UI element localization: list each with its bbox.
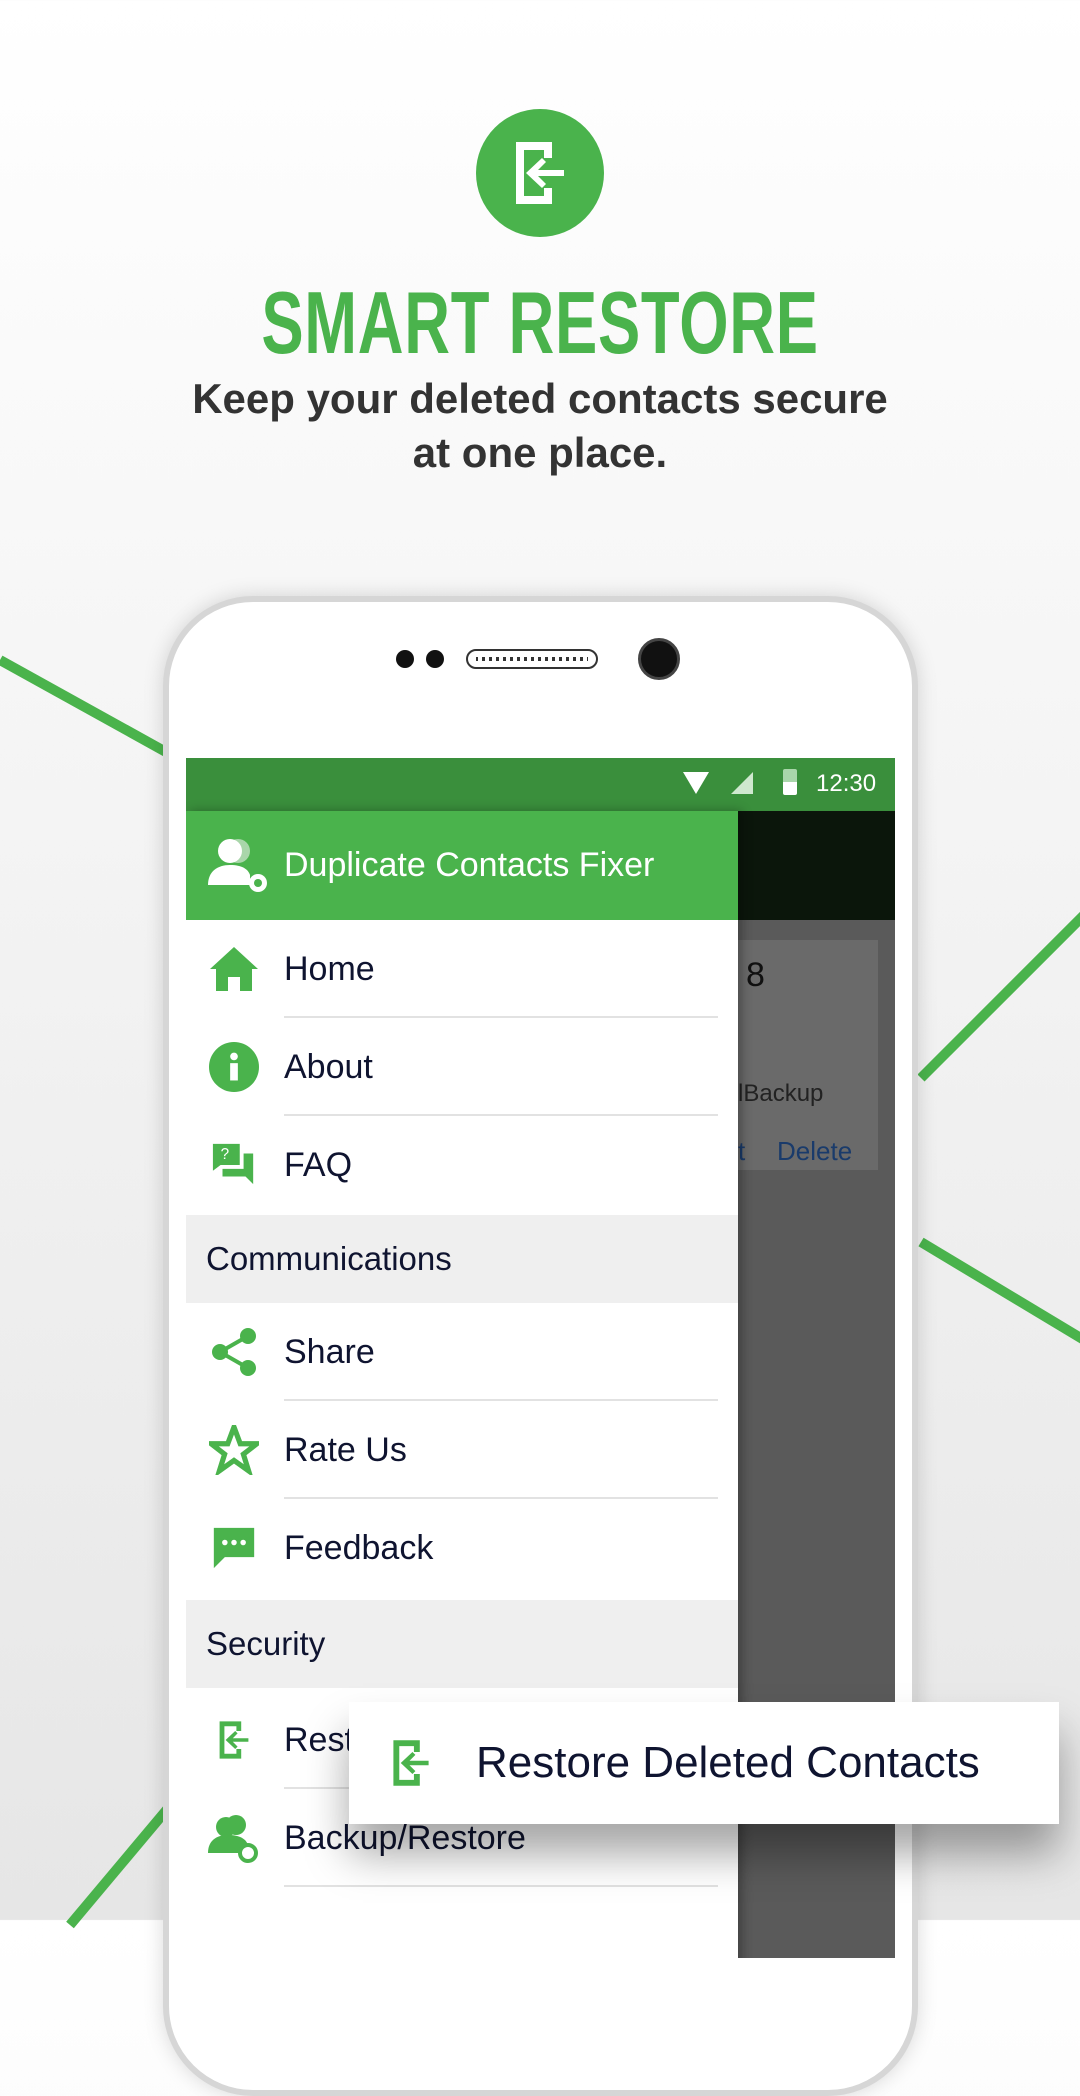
- subtitle-line: Keep your deleted contacts secure: [192, 375, 888, 422]
- app-title: Duplicate Contacts Fixer: [284, 846, 655, 884]
- info-icon: [208, 1041, 260, 1093]
- front-camera: [638, 638, 680, 680]
- home-icon: [208, 943, 260, 995]
- feedback-icon: [208, 1522, 260, 1574]
- decor-line: [66, 1799, 177, 1929]
- svg-text:?: ?: [221, 1146, 230, 1163]
- restore-deleted-contacts-callout[interactable]: Restore Deleted Contacts: [349, 1702, 1059, 1824]
- item-label: Share: [284, 1332, 375, 1371]
- hero-title: SMART RESTORE: [261, 273, 819, 372]
- decor-line: [918, 1237, 1080, 1345]
- decor-line: [0, 655, 169, 757]
- contacts-settings-icon: [206, 835, 270, 895]
- item-label: Rate Us: [284, 1430, 407, 1469]
- drawer-header: Duplicate Contacts Fixer: [186, 811, 738, 920]
- sensor-dot: [426, 650, 444, 668]
- drawer-item-feedback[interactable]: Feedback: [186, 1499, 738, 1597]
- item-label: FAQ: [284, 1145, 353, 1184]
- section-header-communications: Communications: [186, 1215, 738, 1303]
- status-bar: 12:30: [186, 758, 895, 811]
- faq-icon: ?: [208, 1139, 260, 1191]
- backup-count: 8: [746, 956, 765, 994]
- callout-label: Restore Deleted Contacts: [476, 1738, 980, 1787]
- restore-icon: [476, 109, 604, 237]
- item-label: Feedback: [284, 1528, 434, 1567]
- signal-icon: [731, 772, 753, 794]
- restore-icon: [208, 1714, 260, 1766]
- hero-subtitle: Keep your deleted contacts secure at one…: [0, 372, 1080, 480]
- drawer-item-home[interactable]: Home: [186, 920, 738, 1018]
- item-label: Backup/Restore: [284, 1818, 526, 1857]
- drawer-item-about[interactable]: About: [186, 1018, 738, 1116]
- card-action[interactable]: t: [738, 1136, 745, 1167]
- item-label: Home: [284, 949, 375, 988]
- decor-line: [917, 890, 1080, 1082]
- drawer-item-share[interactable]: Share: [186, 1303, 738, 1401]
- app-toolbar: [738, 811, 895, 920]
- drawer-item-rate-us[interactable]: Rate Us: [186, 1401, 738, 1499]
- divider: [284, 1885, 718, 1887]
- delete-button[interactable]: Delete: [777, 1136, 852, 1167]
- share-icon: [208, 1326, 260, 1378]
- status-time: 12:30: [816, 770, 877, 797]
- item-label: Rest: [284, 1720, 354, 1759]
- sensor-dot: [396, 650, 414, 668]
- wifi-icon: [683, 772, 709, 794]
- item-label: About: [284, 1047, 373, 1086]
- restore-icon: [389, 1732, 433, 1799]
- drawer-item-faq[interactable]: ? FAQ: [186, 1116, 738, 1214]
- backup-label: lBackup: [738, 1080, 824, 1107]
- battery-icon: [783, 769, 797, 795]
- subtitle-line: at one place.: [412, 429, 668, 476]
- section-header-security: Security: [186, 1600, 738, 1688]
- star-icon: [208, 1424, 260, 1476]
- speaker-grille: [466, 649, 598, 669]
- backup-icon: [208, 1812, 260, 1864]
